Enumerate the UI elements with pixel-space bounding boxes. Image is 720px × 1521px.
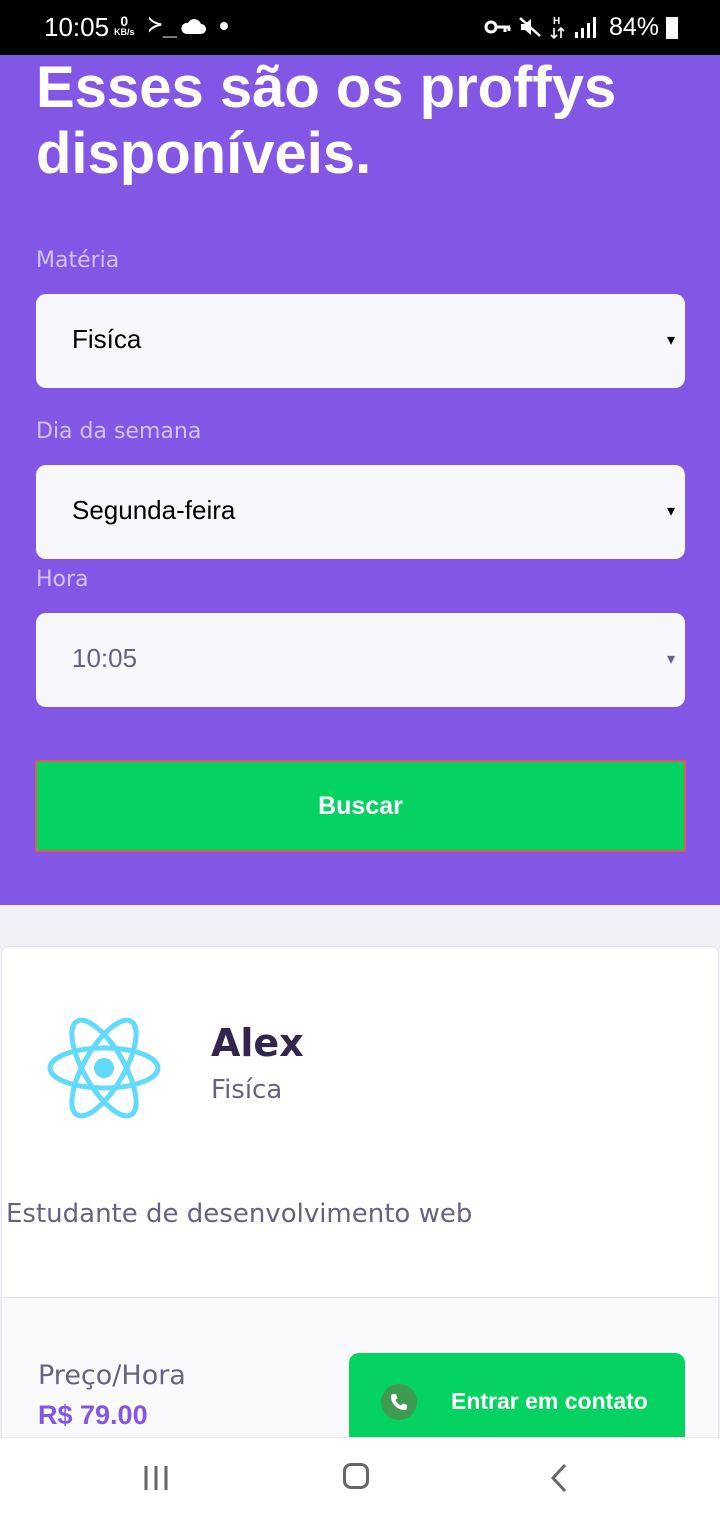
teacher-bio: Estudante de desenvolvimento web xyxy=(6,1199,473,1229)
chevron-down-icon: ▾ xyxy=(666,332,675,349)
time-label: Hora xyxy=(36,567,89,592)
page-title: Esses são os proffys disponíveis. xyxy=(36,55,617,186)
time-select-value: 10:05 xyxy=(72,643,138,673)
network-speed-unit: KB/s xyxy=(114,27,135,37)
search-header: Esses são os proffys disponíveis. Matéri… xyxy=(0,55,720,905)
network-speed-value: 0 xyxy=(120,13,129,29)
network-speed-indicator: 0 KB/s xyxy=(114,14,135,37)
battery-icon xyxy=(666,17,678,39)
chevron-down-icon: ▾ xyxy=(666,651,675,668)
chevron-down-icon: ▾ xyxy=(666,503,675,520)
signal-icon xyxy=(575,17,596,38)
contact-button-label: Entrar em contato xyxy=(451,1388,648,1414)
svg-text:H: H xyxy=(553,16,560,27)
weekday-select[interactable]: Segunda-feira ▾ xyxy=(36,465,685,559)
react-logo-icon xyxy=(47,1017,161,1119)
status-bar: 10:05 0 KB/s ≻_ H 84% xyxy=(0,0,720,55)
subject-select-value: Fisíca xyxy=(72,324,142,354)
time-select[interactable]: 10:05 ▾ xyxy=(36,613,685,707)
home-icon[interactable] xyxy=(343,1463,369,1489)
terminal-icon: ≻_ xyxy=(148,10,177,38)
subject-label: Matéria xyxy=(36,248,120,273)
mute-icon xyxy=(519,17,541,37)
cloud-icon xyxy=(181,19,206,34)
weekday-select-value: Segunda-feira xyxy=(72,495,236,525)
price-value: R$ 79.00 xyxy=(38,1400,148,1430)
battery-percent: 84% xyxy=(609,13,660,41)
teacher-name: Alex xyxy=(211,1021,304,1065)
weekday-label: Dia da semana xyxy=(36,419,202,444)
teacher-card: Alex Fisíca Estudante de desenvolvimento… xyxy=(1,946,719,1466)
notification-dot-icon xyxy=(220,22,228,30)
price-label: Preço/Hora xyxy=(38,1360,186,1391)
back-icon[interactable] xyxy=(548,1463,570,1493)
teacher-subject: Fisíca xyxy=(211,1075,283,1105)
whatsapp-icon xyxy=(381,1384,417,1420)
status-time: 10:05 xyxy=(44,12,110,42)
vpn-key-icon xyxy=(484,20,511,34)
recent-apps-icon[interactable] xyxy=(143,1465,169,1491)
network-type-icon: H xyxy=(550,16,565,40)
subject-select[interactable]: Fisíca ▾ xyxy=(36,294,685,388)
system-navigation-bar xyxy=(0,1437,720,1521)
search-button[interactable]: Buscar xyxy=(35,760,686,852)
